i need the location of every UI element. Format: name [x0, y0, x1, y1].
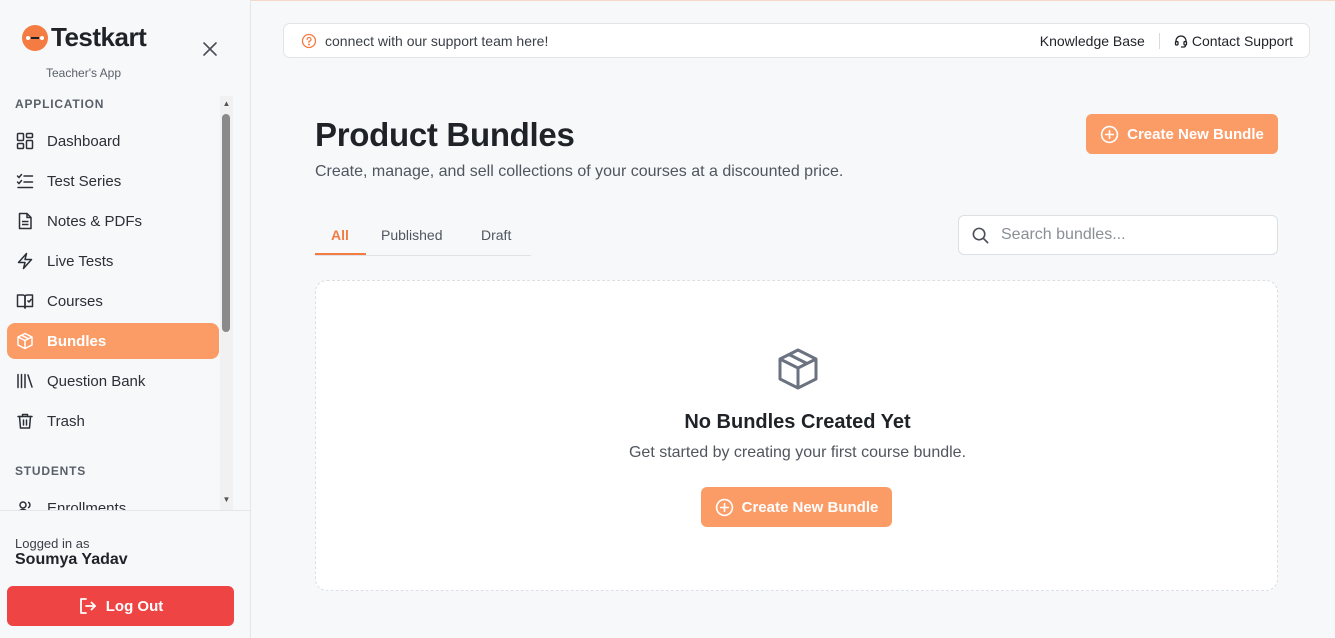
- sidebar-item-question-bank[interactable]: Question Bank: [7, 363, 219, 399]
- sidebar-item-label: Question Bank: [47, 372, 146, 390]
- sidebar-item-label: Live Tests: [47, 252, 114, 270]
- dashboard-icon: [15, 131, 35, 151]
- sidebar-item-label: Bundles: [47, 332, 107, 350]
- sidebar-item-notes-pdfs[interactable]: Notes & PDFs: [7, 203, 219, 239]
- checklist-icon: [15, 171, 35, 191]
- testkart-logo-icon: [22, 24, 48, 51]
- empty-state-title: No Bundles Created Yet: [684, 411, 911, 433]
- page-title: Product Bundles: [315, 116, 575, 153]
- logout-label: Log Out: [105, 597, 164, 615]
- empty-state-description: Get started by creating your first cours…: [628, 444, 967, 461]
- search-box[interactable]: [958, 215, 1278, 255]
- sidebar-nav: APPLICATION Dashboard Test Series Notes …: [0, 94, 235, 510]
- knowledge-base-link[interactable]: Knowledge Base: [1040, 33, 1145, 49]
- empty-state-card: No Bundles Created Yet Get started by cr…: [315, 280, 1278, 591]
- create-new-bundle-label: Create New Bundle: [1127, 125, 1264, 143]
- page-subtitle: Create, manage, and sell collections of …: [315, 163, 844, 180]
- scroll-up-icon[interactable]: ▲: [222, 100, 231, 108]
- search-input[interactable]: [1001, 226, 1261, 244]
- create-new-bundle-button[interactable]: Create New Bundle: [1086, 114, 1278, 154]
- sidebar-item-test-series[interactable]: Test Series: [7, 163, 219, 199]
- package-icon: [778, 348, 818, 390]
- tab-published[interactable]: Published: [381, 227, 443, 243]
- brand-subtitle: Teacher's App: [46, 66, 122, 80]
- lightning-icon: [15, 251, 35, 271]
- brand-logo[interactable]: Testkart: [22, 22, 147, 53]
- logged-in-label: Logged in as: [15, 536, 90, 551]
- plus-circle-icon: [1100, 125, 1119, 143]
- active-tab-indicator: [315, 253, 366, 255]
- sidebar-item-trash[interactable]: Trash: [7, 403, 219, 439]
- support-links: Knowledge Base Contact Support: [1040, 24, 1293, 57]
- users-icon: [15, 498, 35, 510]
- sidebar-scroll-thumb[interactable]: [222, 114, 230, 332]
- sidebar-item-label: Notes & PDFs: [47, 212, 143, 230]
- sidebar: Testkart Teacher's App APPLICATION Dashb…: [0, 0, 251, 638]
- contact-support-link[interactable]: Contact Support: [1174, 33, 1293, 49]
- sidebar-item-label: Enrollments: [47, 499, 127, 511]
- tab-draft[interactable]: Draft: [481, 227, 511, 243]
- tab-all[interactable]: All: [331, 227, 349, 243]
- empty-create-label: Create New Bundle: [741, 498, 879, 516]
- close-sidebar-button[interactable]: [200, 39, 220, 59]
- section-label-students: STUDENTS: [15, 464, 87, 478]
- sidebar-item-courses[interactable]: Courses: [7, 283, 219, 319]
- support-text: connect with our support team here!: [325, 32, 549, 49]
- headset-icon: [1174, 34, 1187, 48]
- package-icon: [15, 331, 35, 351]
- sidebar-item-live-tests[interactable]: Live Tests: [7, 243, 219, 279]
- support-separator: [1158, 32, 1160, 49]
- book-icon: [15, 291, 35, 311]
- sidebar-item-label: Trash: [47, 412, 85, 430]
- logout-icon: [79, 598, 96, 614]
- library-icon: [15, 371, 35, 391]
- logout-button[interactable]: Log Out: [7, 586, 234, 626]
- sidebar-item-dashboard[interactable]: Dashboard: [7, 123, 219, 159]
- search-icon: [972, 227, 989, 243]
- sidebar-item-label: Test Series: [47, 172, 122, 190]
- document-icon: [15, 211, 35, 231]
- bundle-tabs: All Published Draft: [315, 215, 531, 256]
- sidebar-item-label: Courses: [47, 292, 103, 310]
- contact-support-label: Contact Support: [1191, 32, 1293, 49]
- sidebar-divider: [0, 510, 250, 511]
- sidebar-item-label: Dashboard: [47, 132, 121, 150]
- plus-circle-icon: [715, 498, 733, 516]
- sidebar-item-bundles[interactable]: Bundles: [7, 323, 219, 359]
- help-circle-icon: [301, 33, 317, 48]
- scroll-down-icon[interactable]: ▼: [222, 496, 231, 504]
- brand-name: Testkart: [51, 22, 147, 52]
- section-label-application: APPLICATION: [15, 97, 105, 111]
- sidebar-item-enrollments[interactable]: Enrollments: [7, 490, 219, 510]
- logged-in-user: Soumya Yadav: [15, 551, 128, 568]
- support-bar: connect with our support team here! Know…: [283, 23, 1310, 58]
- trash-icon: [15, 411, 35, 431]
- empty-create-new-bundle-button[interactable]: Create New Bundle: [701, 487, 892, 527]
- close-icon: [203, 42, 217, 56]
